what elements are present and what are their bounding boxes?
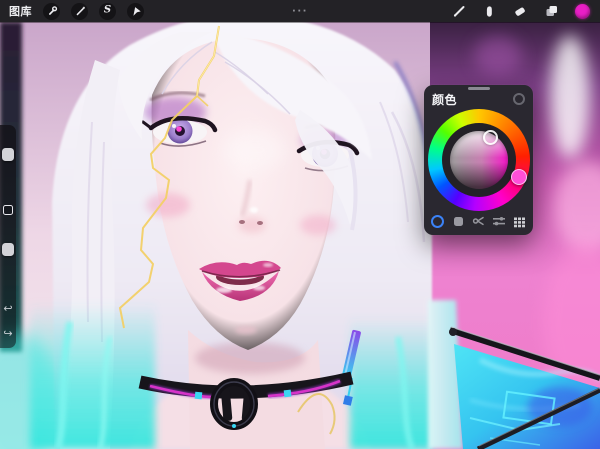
saturation-disc[interactable] [450,131,508,189]
smudge-icon [483,5,496,18]
color-mode-tabs [430,212,527,230]
panel-history-icon[interactable] [513,93,525,105]
brush-size-slider[interactable] [2,148,14,161]
top-toolbar: 图库 S ··· [0,0,600,22]
smudge-button[interactable] [483,5,496,18]
harmony-tab-icon [472,214,486,228]
wrench-icon [46,5,58,17]
redo-icon: ↪ [3,327,12,340]
selection-button[interactable]: S [99,3,116,20]
value-tab-icon [492,214,506,228]
classic-tab-icon [454,217,463,226]
active-color-swatch[interactable] [575,4,590,19]
tab-value[interactable] [492,214,507,229]
procreate-app: 图库 S ··· [0,0,600,449]
disc-cursor[interactable] [483,130,498,145]
transform-arrow-icon [130,5,142,17]
wand-icon [74,5,86,17]
tab-classic[interactable] [451,214,466,229]
undo-button[interactable]: ↩ [0,301,16,317]
tab-palettes[interactable] [512,214,527,229]
actions-button[interactable] [43,3,60,20]
eraser-button[interactable] [513,4,527,18]
selection-s-icon: S [104,6,111,16]
brush-button[interactable] [452,4,466,18]
adjustments-button[interactable] [71,3,88,20]
palettes-tab-icon [513,215,526,228]
canvas-options-button[interactable]: ··· [292,6,308,17]
gallery-button[interactable]: 图库 [9,3,32,19]
disc-tab-icon [431,215,444,228]
layers-icon [544,4,558,18]
color-panel-title: 颜色 [432,91,457,108]
opacity-slider[interactable] [2,243,14,256]
panel-drag-handle[interactable] [468,87,490,90]
brush-sidebar: ↩ ↪ [0,125,16,348]
redo-button[interactable]: ↪ [0,326,16,342]
hue-cursor[interactable] [511,169,527,185]
modify-button[interactable] [3,205,13,215]
eraser-icon [513,4,527,18]
color-wheel[interactable] [428,109,530,211]
layers-button[interactable] [544,4,558,18]
undo-icon: ↩ [3,302,12,315]
transform-button[interactable] [127,3,144,20]
tab-disc[interactable] [430,214,445,229]
brush-icon [452,4,466,18]
color-panel: 颜色 [424,85,533,235]
tab-harmony[interactable] [471,214,486,229]
